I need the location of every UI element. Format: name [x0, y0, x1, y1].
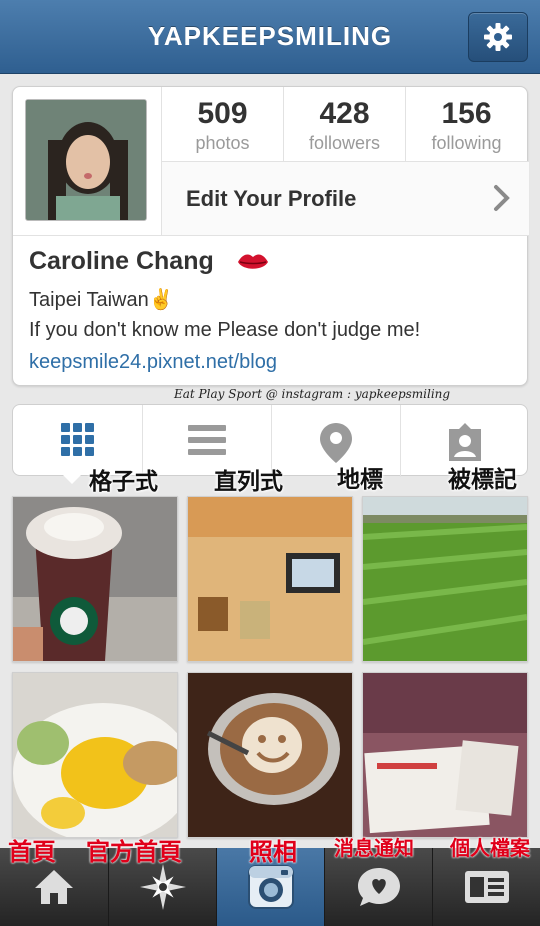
followers-label: followers	[308, 133, 381, 153]
annotation-map: 地標	[337, 466, 383, 492]
annotation-camera: 照相	[249, 839, 297, 866]
username-title: YAPKEEPSMILING	[147, 21, 393, 51]
photo-tile[interactable]	[362, 496, 528, 662]
followers-count: 428	[319, 97, 370, 130]
bio-line-2: If you don't know me Please don't judge …	[29, 319, 421, 341]
news-bubble-icon	[357, 868, 400, 906]
annotation-profile: 個人檔案	[450, 838, 530, 860]
photo-tile[interactable]	[362, 672, 528, 838]
watermark-text: Eat Play Sport @ instagram : yapkeepsmil…	[174, 387, 451, 401]
room-tv-photo	[188, 497, 352, 661]
following-count: 156	[441, 97, 492, 130]
edit-profile-button[interactable]: Edit Your Profile	[161, 161, 529, 235]
settings-button[interactable]	[468, 12, 528, 62]
chevron-right-icon	[494, 185, 510, 211]
rice-field-photo	[362, 497, 528, 661]
map-pin-icon	[320, 423, 352, 463]
website-link[interactable]: keepsmile24.pixnet.net/blog	[29, 351, 277, 374]
breakfast-plate-photo	[13, 673, 193, 843]
home-icon	[35, 870, 73, 904]
active-tab-pointer	[60, 472, 84, 484]
list-icon	[188, 425, 226, 455]
annotation-home: 首頁	[8, 839, 56, 866]
photos-count: 509	[197, 97, 248, 130]
annotation-list: 直列式	[214, 468, 283, 494]
explore-star-icon	[139, 864, 186, 910]
gear-icon	[484, 23, 512, 51]
edit-profile-label: Edit Your Profile	[186, 186, 357, 211]
tagged-person-icon	[449, 423, 481, 461]
annotation-tagged: 被標記	[448, 466, 517, 492]
grid-icon	[60, 423, 94, 456]
tickets-photo	[363, 673, 527, 837]
annotation-explore: 官方首頁	[86, 839, 182, 866]
card-divider	[13, 235, 529, 236]
photo-tile[interactable]	[12, 672, 193, 843]
photo-tile[interactable]	[187, 496, 353, 662]
avatar[interactable]	[25, 99, 147, 221]
stat-following[interactable]: 156 following	[405, 87, 527, 161]
profile-name: Caroline Chang	[29, 247, 214, 275]
annotation-grid: 格子式	[89, 468, 158, 494]
annotation-news: 消息通知	[334, 838, 414, 860]
stats-row: 509 photos 428 followers 156 following	[161, 87, 529, 161]
camera-icon	[247, 865, 294, 909]
stat-photos[interactable]: 509 photos	[161, 87, 283, 161]
latte-art-photo	[188, 673, 352, 837]
avatar-photo	[26, 100, 146, 220]
following-label: following	[431, 133, 502, 153]
photo-tile[interactable]	[12, 496, 178, 662]
photos-label: photos	[195, 133, 250, 153]
profile-card-icon	[464, 871, 509, 903]
bio-line-1: Taipei Taiwan✌	[29, 289, 174, 311]
top-header: YAPKEEPSMILING	[0, 0, 540, 74]
stat-followers[interactable]: 428 followers	[283, 87, 405, 161]
photo-tile[interactable]	[187, 672, 353, 838]
profile-card: 509 photos 428 followers 156 following E…	[12, 86, 529, 386]
lips-emoji-icon	[238, 254, 268, 269]
starbucks-drink-photo	[13, 497, 177, 661]
